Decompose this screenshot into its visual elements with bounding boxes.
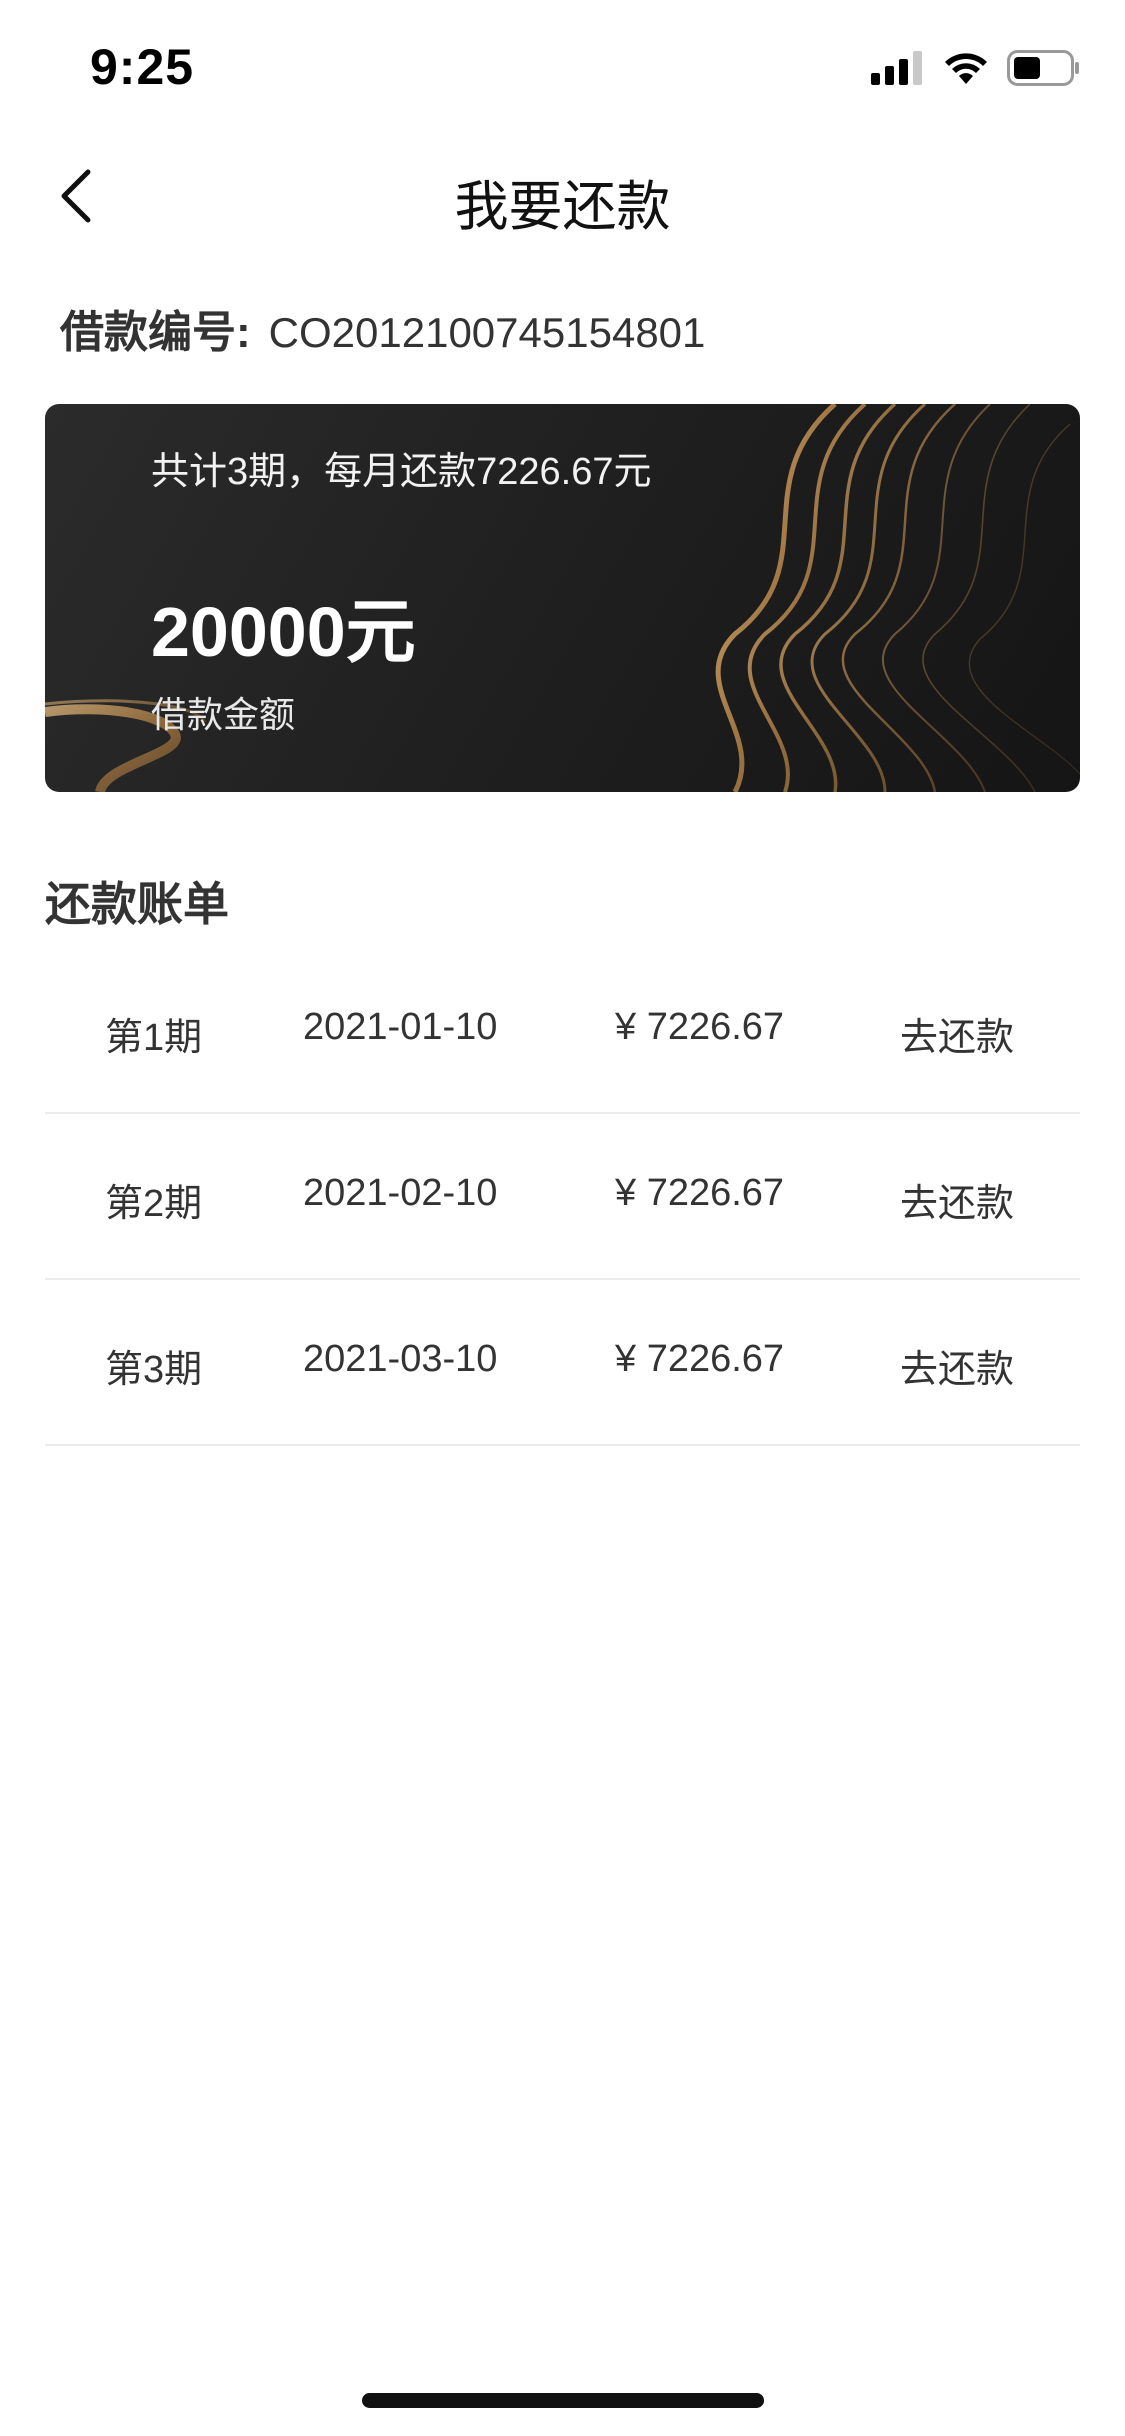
bill-due-date: 2021-01-10 xyxy=(303,1006,498,1048)
status-icons xyxy=(871,50,1081,91)
loan-amount-label: 借款金额 xyxy=(151,694,296,735)
repay-button[interactable]: 去还款 xyxy=(900,1338,1014,1393)
page-title: 我要还款 xyxy=(454,177,671,237)
bill-amount: ¥ 7226.67 xyxy=(615,1006,785,1048)
bill-period: 第3期 xyxy=(105,1349,203,1391)
bill-section-title: 还款账单 xyxy=(45,878,229,930)
cellular-signal-icon xyxy=(871,51,925,90)
loan-number-label: 借款编号: xyxy=(60,308,251,357)
loan-amount: 20000元 xyxy=(151,593,416,671)
bill-row: 第3期 2021-03-10 ¥ 7226.67 去还款 xyxy=(45,1280,1080,1446)
bill-due-date: 2021-02-10 xyxy=(303,1172,498,1214)
home-indicator[interactable] xyxy=(362,2393,764,2408)
bill-row: 第1期 2021-01-10 ¥ 7226.67 去还款 xyxy=(45,948,1080,1114)
repay-button[interactable]: 去还款 xyxy=(900,1172,1014,1227)
repay-button[interactable]: 去还款 xyxy=(900,1006,1014,1061)
bill-period: 第1期 xyxy=(105,1017,203,1059)
bill-list: 第1期 2021-01-10 ¥ 7226.67 去还款 第2期 2021-02… xyxy=(45,948,1080,1446)
status-time: 9:25 xyxy=(90,39,195,95)
bill-amount: ¥ 7226.67 xyxy=(615,1172,785,1214)
bill-amount: ¥ 7226.67 xyxy=(615,1338,785,1380)
loan-summary-card: 共计3期，每月还款7226.67元 20000元 借款金额 xyxy=(45,404,1080,792)
nav-bar: 我要还款 xyxy=(0,132,1125,264)
loan-number: 借款编号: CO2012100745154801 xyxy=(60,296,705,360)
bill-due-date: 2021-03-10 xyxy=(303,1338,498,1380)
bill-row: 第2期 2021-02-10 ¥ 7226.67 去还款 xyxy=(45,1114,1080,1280)
battery-icon xyxy=(1007,50,1081,91)
loan-number-value: CO2012100745154801 xyxy=(268,309,706,356)
wifi-icon xyxy=(943,51,989,90)
bill-period: 第2期 xyxy=(105,1183,203,1225)
status-bar: 9:25 xyxy=(0,0,1125,132)
repayment-summary: 共计3期，每月还款7226.67元 xyxy=(151,451,652,493)
